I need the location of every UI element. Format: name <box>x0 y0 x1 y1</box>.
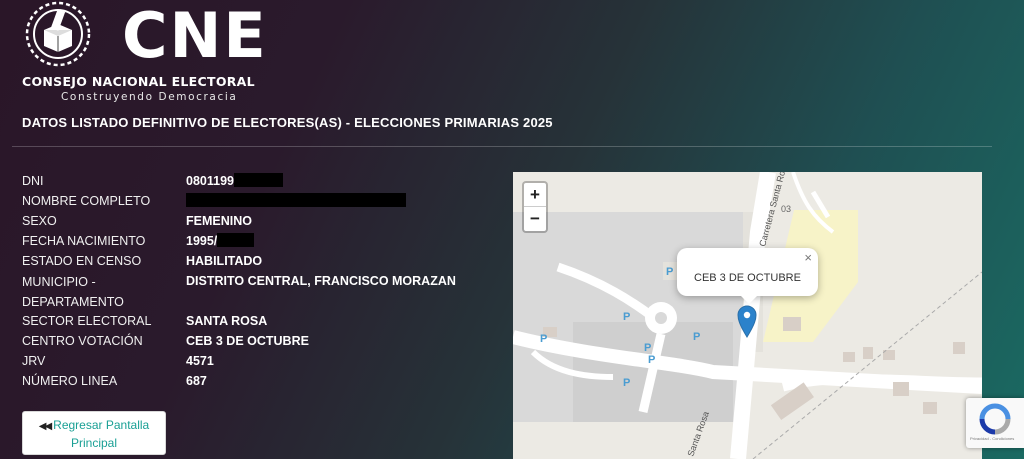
popup-text: CEB 3 DE OCTUBRE <box>694 272 801 284</box>
parking-icon: P <box>623 377 630 389</box>
cne-logo: CNE CONSEJO NACIONAL ELECTORAL Construye… <box>22 0 266 108</box>
info-value: FEMENINO <box>186 214 252 228</box>
zoom-out-button[interactable]: − <box>524 207 546 231</box>
redaction-block <box>217 233 255 247</box>
parking-icon: P <box>644 342 651 354</box>
info-row-sex: SEXO FEMENINO <box>22 212 492 232</box>
zoom-in-button[interactable]: + <box>524 183 546 207</box>
info-value <box>186 192 406 210</box>
info-label: SECTOR ELECTORAL <box>22 314 152 328</box>
map-popup: × CEB 3 DE OCTUBRE <box>677 248 818 304</box>
page-title: DATOS LISTADO DEFINITIVO DE ELECTORES(AS… <box>22 115 553 130</box>
recaptcha-terms[interactable]: Privacidad - Condiciones <box>970 436 1014 441</box>
info-value: DISTRITO CENTRAL, FRANCISCO MORAZAN <box>186 274 456 288</box>
parking-icon: P <box>648 354 655 366</box>
info-row-municipality: MUNICIPIO - DEPARTAMENTO DISTRITO CENTRA… <box>22 272 492 312</box>
info-label: JRV <box>22 354 46 368</box>
elector-info: DNI 0801199 NOMBRE COMPLETO SEXO FEMENIN… <box>22 172 492 392</box>
ballot-box-emblem-icon <box>25 1 91 67</box>
info-row-full-name: NOMBRE COMPLETO <box>22 192 492 212</box>
info-label: CENTRO VOTACIÓN <box>22 334 143 348</box>
info-label: DNI <box>22 174 44 188</box>
info-row-sector: SECTOR ELECTORAL SANTA ROSA <box>22 312 492 332</box>
redaction-block <box>233 173 283 187</box>
info-row-voting-center: CENTRO VOTACIÓN CEB 3 DE OCTUBRE <box>22 332 492 352</box>
parking-icon: P <box>666 266 673 278</box>
back-button-label: Regresar Pantalla Principal <box>53 418 150 450</box>
info-value: SANTA ROSA <box>186 314 268 328</box>
info-label: MUNICIPIO - DEPARTAMENTO <box>22 275 124 309</box>
info-label: SEXO <box>22 214 57 228</box>
info-row-dni: DNI 0801199 <box>22 172 492 192</box>
info-value: CEB 3 DE OCTUBRE <box>186 334 309 348</box>
info-label: NOMBRE COMPLETO <box>22 194 151 208</box>
road-label-03: 03 <box>781 204 791 214</box>
info-value: HABILITADO <box>186 254 263 268</box>
org-name: CONSEJO NACIONAL ELECTORAL <box>22 74 255 89</box>
info-label: ESTADO EN CENSO <box>22 254 142 268</box>
redaction-block <box>186 193 406 207</box>
parking-icon: P <box>693 331 700 343</box>
info-value: 0801199 <box>186 172 283 190</box>
close-icon[interactable]: × <box>804 250 812 265</box>
info-row-birth-date: FECHA NACIMIENTO 1995/ <box>22 232 492 252</box>
voting-center-map[interactable]: Carretera Santa Rosa Santa Rosa 03 P P P… <box>513 172 982 459</box>
map-zoom-control: + − <box>522 181 548 233</box>
info-label: NÚMERO LINEA <box>22 374 118 388</box>
info-row-line-number: NÚMERO LINEA 687 <box>22 372 492 392</box>
recaptcha-icon <box>979 403 1011 435</box>
back-to-main-button[interactable]: ◀◀ Regresar Pantalla Principal <box>22 411 166 455</box>
parking-icon: P <box>623 311 630 323</box>
info-value: 687 <box>186 374 207 388</box>
popup-tip <box>739 294 759 304</box>
logo-wordmark: CNE <box>122 0 268 72</box>
recaptcha-badge[interactable]: Privacidad - Condiciones <box>966 398 1024 448</box>
map-tiles: Carretera Santa Rosa Santa Rosa 03 P P P… <box>513 172 982 459</box>
slogan: Construyendo Democracia <box>61 91 238 103</box>
header-divider <box>12 146 992 147</box>
parking-icon: P <box>540 333 547 345</box>
info-value: 1995/ <box>186 232 255 250</box>
info-row-jrv: JRV 4571 <box>22 352 492 372</box>
info-value: 4571 <box>186 354 214 368</box>
double-arrow-left-icon: ◀◀ <box>38 421 52 432</box>
info-row-census-status: ESTADO EN CENSO HABILITADO <box>22 252 492 272</box>
info-label: FECHA NACIMIENTO <box>22 234 146 248</box>
